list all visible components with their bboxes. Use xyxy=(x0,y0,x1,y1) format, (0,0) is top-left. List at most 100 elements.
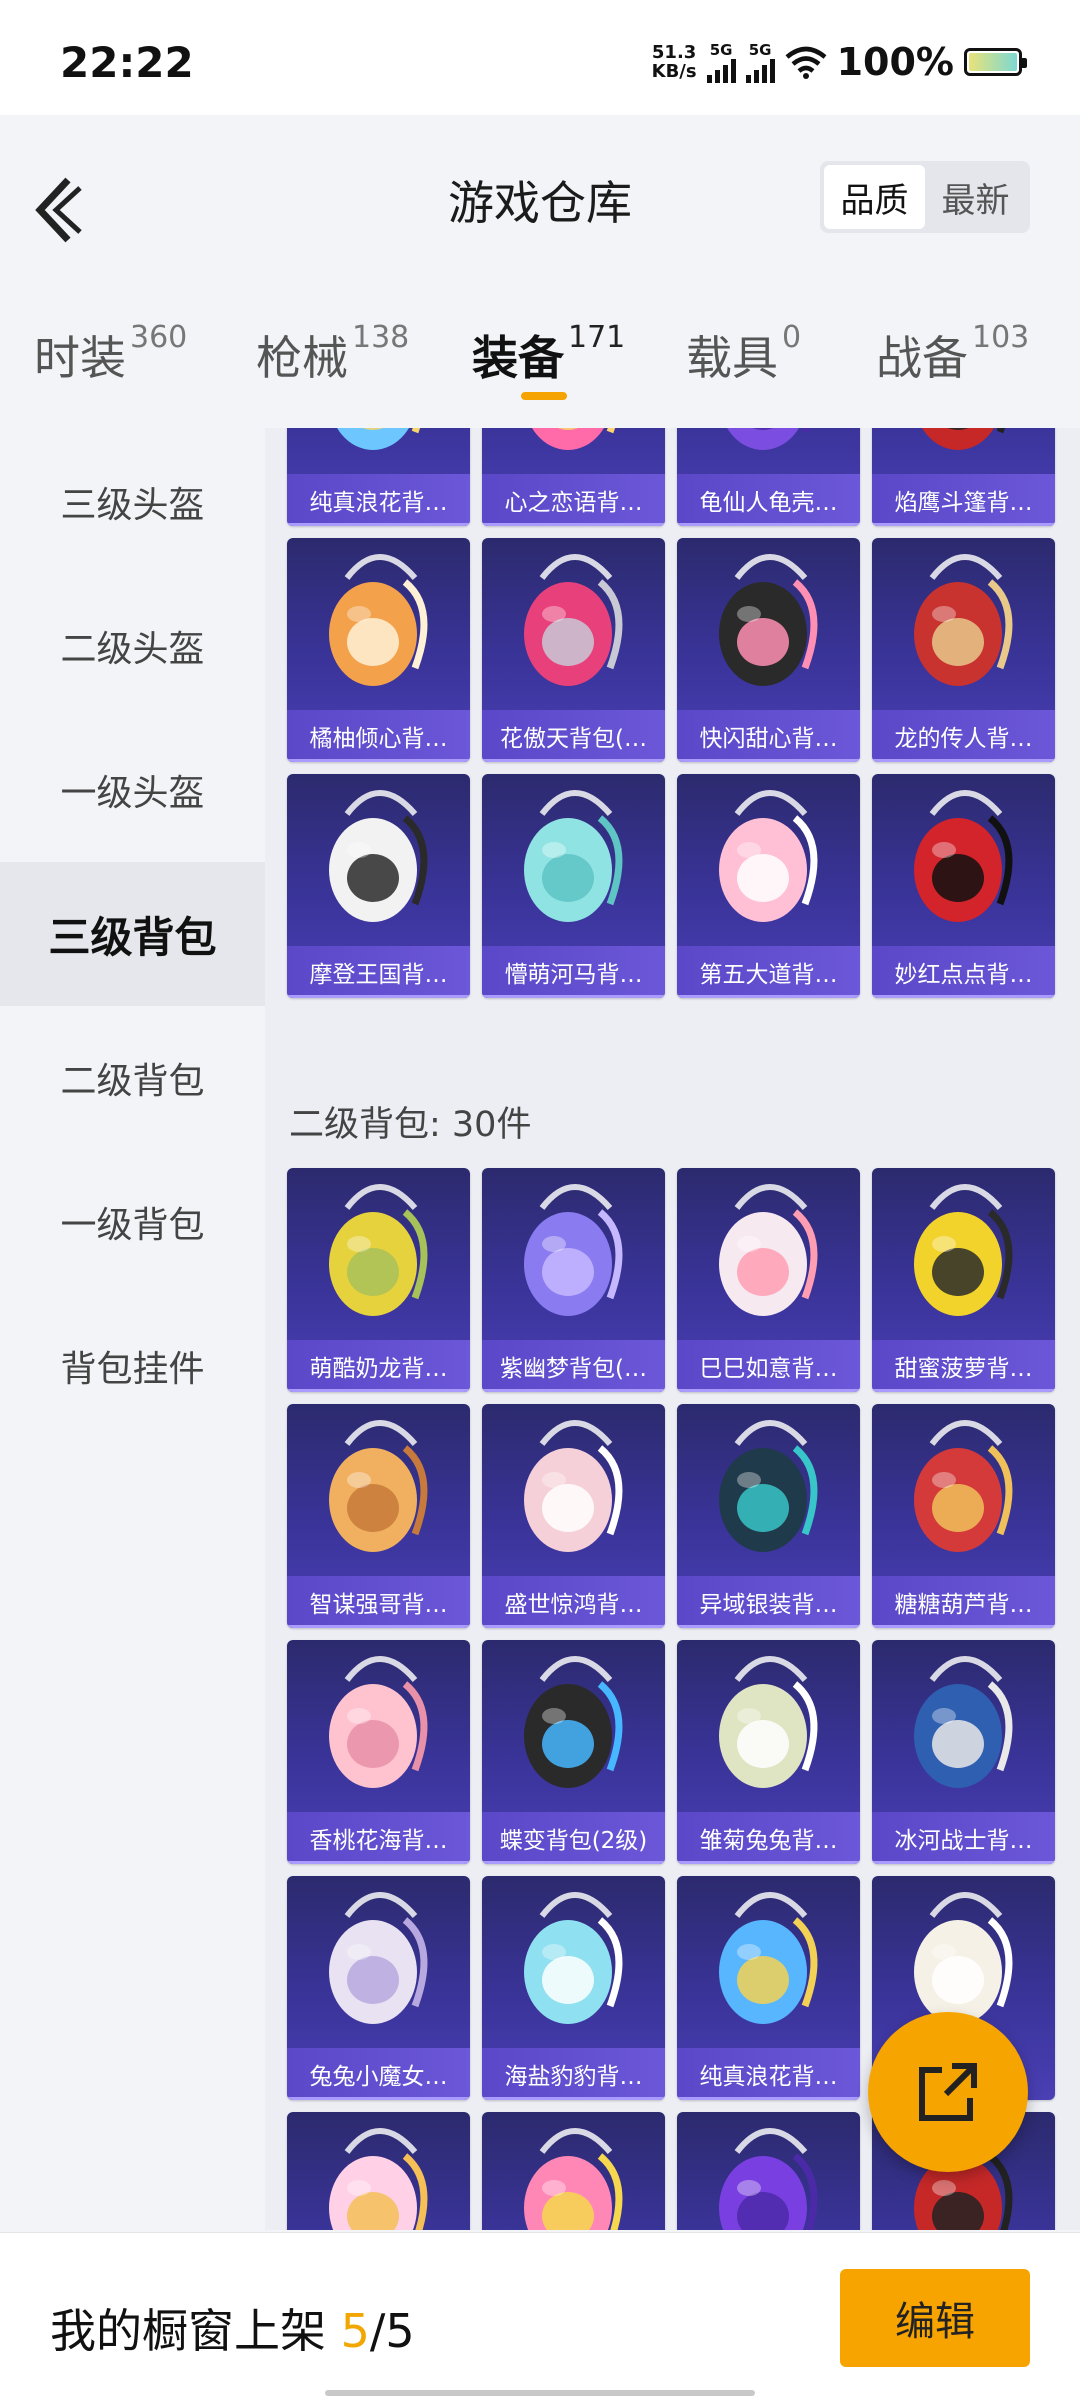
item-card[interactable]: 异域银装背… xyxy=(677,1404,860,1628)
item-card[interactable] xyxy=(287,2112,470,2230)
item-name: 雏菊兔兔背… xyxy=(677,1812,860,1864)
item-card[interactable]: 第五大道背… xyxy=(677,774,860,998)
backpack-image xyxy=(329,2128,428,2230)
battery-icon xyxy=(964,48,1027,76)
item-card[interactable]: 龙的传人背… xyxy=(872,538,1055,762)
backpack-image xyxy=(914,1420,1013,1552)
section-title: 二级背包: 30件 xyxy=(289,1105,532,1145)
item-card[interactable]: 蝶变背包(2级) xyxy=(482,1640,665,1864)
edit-button[interactable]: 编辑 xyxy=(840,2269,1030,2367)
backpack-image xyxy=(524,790,623,922)
clock: 22:22 xyxy=(60,38,194,87)
item-card[interactable]: 雏菊兔兔背… xyxy=(677,1640,860,1864)
item-card[interactable]: 兔兔小魔女… xyxy=(287,1876,470,2100)
wifi-icon xyxy=(785,46,827,79)
item-card[interactable] xyxy=(677,2112,860,2230)
item-grid-area[interactable]: 纯真浪花背… 心之恋语背… 龟仙人龟壳… 焰鹰斗篷背… 橘柚倾心背… 花傲天背包(… 快闪甜… xyxy=(265,428,1080,2230)
item-card[interactable]: 盛世惊鸿背… xyxy=(482,1404,665,1628)
backpack-image xyxy=(337,428,421,450)
item-name: 焰鹰斗篷背… xyxy=(872,474,1055,526)
item-card[interactable]: 智谋强哥背… xyxy=(287,1404,470,1628)
backpack-image xyxy=(719,1184,818,1316)
category-tabs: 时装 360 枪械 138 装备 171 载具 0 战备 103 xyxy=(0,300,1080,410)
page-header: 游戏仓库 品质 最新 xyxy=(0,115,1080,280)
bottom-bar: 我的橱窗上架 5/5 编辑 xyxy=(0,2232,1080,2400)
item-name: 懵萌河马背… xyxy=(482,946,665,998)
item-card[interactable]: 巳巳如意背… xyxy=(677,1168,860,1392)
item-card[interactable]: 海盐豹豹背… xyxy=(482,1876,665,2100)
backpack-image xyxy=(329,1656,428,1788)
item-card[interactable]: 冰河战士背… xyxy=(872,1640,1055,1864)
item-name: 纯真浪花背… xyxy=(287,474,470,526)
backpack-image xyxy=(719,790,818,922)
item-card[interactable]: 摩登王国背… xyxy=(287,774,470,998)
item-name: 快闪甜心背… xyxy=(677,710,860,762)
item-card[interactable]: 纯真浪花背… xyxy=(287,428,470,526)
item-card[interactable]: 龟仙人龟壳… xyxy=(677,428,860,526)
share-button[interactable] xyxy=(868,2012,1028,2172)
item-card[interactable]: 花傲天背包(… xyxy=(482,538,665,762)
item-name: 纯真浪花背… xyxy=(677,2048,860,2100)
item-name: 蝶变背包(2级) xyxy=(482,1812,665,1864)
status-bar: 22:22 51.3 KB/s 5G 5G 100% xyxy=(0,0,1080,115)
battery-percent: 100% xyxy=(836,40,954,84)
item-card[interactable]: 心之恋语背… xyxy=(482,428,665,526)
sidebar-item-backpack-pendant[interactable]: 背包挂件 xyxy=(0,1294,265,1438)
backpack-image xyxy=(719,1892,818,2024)
item-card[interactable]: 萌酷奶龙背… xyxy=(287,1168,470,1392)
item-name: 橘柚倾心背… xyxy=(287,710,470,762)
sidebar-item-helmet-3[interactable]: 三级头盔 xyxy=(0,430,265,574)
sort-newest-button[interactable]: 最新 xyxy=(925,165,1026,229)
backpack-image xyxy=(329,1892,428,2024)
item-card[interactable]: 懵萌河马背… xyxy=(482,774,665,998)
backpack-image xyxy=(727,428,811,450)
sidebar-item-helmet-1[interactable]: 一级头盔 xyxy=(0,718,265,862)
item-card[interactable]: 糖糖葫芦背… xyxy=(872,1404,1055,1628)
item-name: 海盐豹豹背… xyxy=(482,2048,665,2100)
backpack-image xyxy=(719,2128,818,2230)
sort-quality-button[interactable]: 品质 xyxy=(824,165,925,229)
item-name: 盛世惊鸿背… xyxy=(482,1576,665,1628)
backpack-image xyxy=(329,1420,428,1552)
showcase-status: 我的橱窗上架 5/5 xyxy=(50,2304,415,2358)
signal-icon: 5G xyxy=(706,41,736,83)
home-indicator xyxy=(325,2390,755,2396)
backpack-image xyxy=(329,790,428,922)
item-card[interactable]: 紫幽梦背包(… xyxy=(482,1168,665,1392)
tab-guns[interactable]: 枪械 138 xyxy=(256,320,409,388)
item-card[interactable]: 香桃花海背… xyxy=(287,1640,470,1864)
backpack-image xyxy=(329,554,428,686)
backpack-image xyxy=(524,2128,623,2230)
sidebar-item-backpack-2[interactable]: 二级背包 xyxy=(0,1006,265,1150)
tab-supplies[interactable]: 战备 103 xyxy=(876,320,1029,388)
tab-equipment[interactable]: 装备 171 xyxy=(472,320,625,388)
sidebar-item-helmet-2[interactable]: 二级头盔 xyxy=(0,574,265,718)
item-card[interactable] xyxy=(482,2112,665,2230)
item-name: 甜蜜菠萝背… xyxy=(872,1340,1055,1392)
item-card[interactable]: 纯真浪花背… xyxy=(677,1876,860,2100)
item-name: 龙的传人背… xyxy=(872,710,1055,762)
item-card[interactable]: 甜蜜菠萝背… xyxy=(872,1168,1055,1392)
tab-vehicles[interactable]: 载具 0 xyxy=(686,320,801,388)
item-card[interactable]: 快闪甜心背… xyxy=(677,538,860,762)
backpack-image xyxy=(922,428,1006,450)
item-name: 第五大道背… xyxy=(677,946,860,998)
tab-fashion[interactable]: 时装 360 xyxy=(34,320,187,388)
active-tab-indicator xyxy=(521,392,567,400)
item-grid-level3: 纯真浪花背… 心之恋语背… 龟仙人龟壳… 焰鹰斗篷背… 橘柚倾心背… 花傲天背包(… 快闪甜… xyxy=(287,428,1055,998)
item-card[interactable]: 橘柚倾心背… xyxy=(287,538,470,762)
backpack-image xyxy=(914,790,1013,922)
item-name: 龟仙人龟壳… xyxy=(677,474,860,526)
sidebar-item-backpack-3[interactable]: 三级背包 xyxy=(0,862,265,1006)
item-card[interactable]: 妙红点点背… xyxy=(872,774,1055,998)
signal-icon: 5G xyxy=(745,41,775,83)
backpack-image xyxy=(914,1184,1013,1316)
share-icon xyxy=(919,2063,977,2121)
backpack-image xyxy=(719,554,818,686)
backpack-image xyxy=(719,1656,818,1788)
sidebar-item-backpack-1[interactable]: 一级背包 xyxy=(0,1150,265,1294)
item-card[interactable]: 焰鹰斗篷背… xyxy=(872,428,1055,526)
subcategory-sidebar: 三级头盔 二级头盔 一级头盔 三级背包 二级背包 一级背包 背包挂件 xyxy=(0,430,265,2230)
backpack-image xyxy=(524,554,623,686)
backpack-image xyxy=(524,1184,623,1316)
